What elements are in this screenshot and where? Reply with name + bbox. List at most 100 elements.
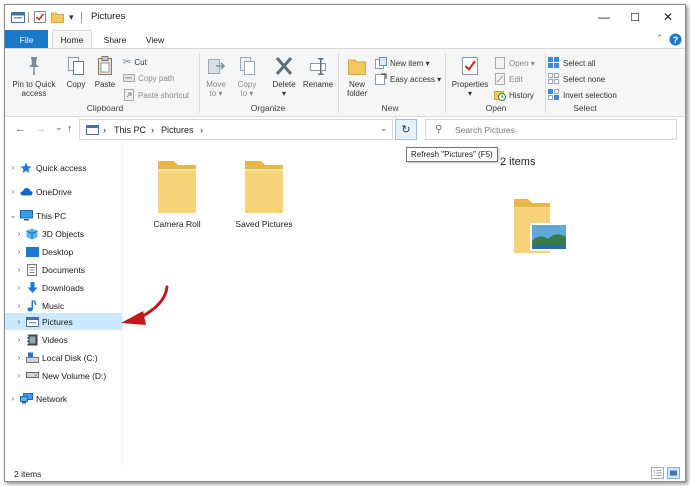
desktop-icon [25,246,39,258]
back-button[interactable]: ← [15,123,26,135]
open-icon [495,57,505,69]
paste-label: Paste [94,80,116,89]
star-icon [19,162,33,174]
nav-item-3d-objects[interactable]: › 3D Objects [5,225,122,242]
nav-item-videos[interactable]: › Videos [5,331,122,348]
properties-button[interactable]: Properties ▾ [448,55,492,98]
pin-to-quick-access-button[interactable]: Pin to Quick access [8,55,60,98]
chevron-right-icon[interactable]: › [7,394,19,403]
open-button[interactable]: Open ▾ [494,57,535,69]
nav-item-new-volume[interactable]: › New Volume (D:) [5,367,122,384]
paste-shortcut-button[interactable]: Paste shortcut [123,89,189,101]
pin-icon [29,57,39,75]
pictures-folder-large-icon [514,199,568,253]
chevron-right-icon[interactable]: › [13,229,25,238]
chevron-right-icon[interactable]: › [13,283,25,292]
chevron-right-icon[interactable]: › [13,317,25,326]
tab-file[interactable]: File [5,30,48,49]
breadcrumb-this-pc[interactable]: This PC [114,125,146,135]
nav-label: Network [36,393,68,404]
paste-shortcut-icon [124,89,134,101]
open-group-label: Open [485,103,507,113]
address-bar[interactable]: › This PC › Pictures › ⌄ [79,119,393,140]
nav-item-documents[interactable]: › Documents [5,261,122,278]
cut-button[interactable]: ✂ Cut [123,57,147,68]
select-none-icon [548,73,559,84]
open-label: Open ▾ [509,58,535,68]
nav-item-quick-access[interactable]: › Quick access [5,159,122,176]
refresh-button[interactable]: ↻ [395,119,417,140]
select-none-label: Select none [563,74,606,84]
chevron-right-icon[interactable]: › [13,301,25,310]
collapse-ribbon-icon[interactable]: ⌃ [656,33,664,44]
videos-icon [25,334,39,346]
forward-button[interactable]: → [35,123,46,135]
paste-button[interactable]: Paste [92,55,118,89]
chevron-right-icon[interactable]: › [13,371,25,380]
nav-item-network[interactable]: › Network [5,390,122,407]
nav-item-desktop[interactable]: › Desktop [5,243,122,260]
tab-home[interactable]: Home [52,30,92,49]
chevron-right-icon[interactable]: › [13,265,25,274]
folder-item-camera-roll[interactable]: Camera Roll [132,157,222,229]
invert-selection-button[interactable]: Invert selection [548,89,617,101]
nav-item-this-pc[interactable]: ⌄ This PC [5,207,122,224]
help-icon[interactable]: ? [669,33,682,48]
up-button[interactable]: ↑ [67,123,73,135]
rename-icon [310,58,326,75]
search-icon: ⚲ [435,124,443,135]
nav-item-downloads[interactable]: › Downloads [5,279,122,296]
breadcrumb-separator[interactable]: › [151,125,154,135]
pin-label-line2: access [21,89,47,98]
nav-label: OneDrive [36,186,72,197]
history-label: History [509,90,534,100]
cut-label: Cut [134,58,147,67]
customize-toolbar-dropdown[interactable]: ▾ [69,10,74,24]
breadcrumb-pictures[interactable]: Pictures [161,125,194,135]
chevron-right-icon[interactable]: › [13,353,25,362]
delete-button[interactable]: Delete ▾ [269,55,299,98]
rename-button[interactable]: Rename [301,55,335,89]
new-item-button[interactable]: New item ▾ [375,57,430,69]
nav-label: Downloads [42,282,85,293]
group-divider [545,53,546,113]
move-to-button[interactable]: Move to ▾ [203,55,229,98]
nav-item-pictures[interactable]: › Pictures [5,313,122,330]
chevron-right-icon[interactable]: › [13,335,25,344]
history-button[interactable]: History [494,89,534,101]
nav-item-local-disk[interactable]: › Local Disk (C:) [5,349,122,366]
music-icon [25,299,39,312]
nav-item-music[interactable]: › Music [5,297,122,314]
new-folder-quick-icon[interactable] [51,10,64,24]
select-none-button[interactable]: Select none [548,73,605,85]
search-box[interactable]: ⚲ Search Pictures [425,119,677,140]
breadcrumb-separator[interactable]: › [103,125,106,135]
chevron-right-icon[interactable]: › [7,163,19,172]
chevron-right-icon[interactable]: › [13,247,25,256]
edit-button[interactable]: Edit [494,73,523,85]
breadcrumb-separator[interactable]: › [200,125,203,135]
copy-button[interactable]: Copy [63,55,89,89]
tab-share[interactable]: Share [96,30,134,49]
details-view-icon[interactable] [651,467,664,479]
maximize-button[interactable]: ☐ [618,5,652,29]
recent-locations-button[interactable]: ⌄ [55,122,63,133]
copy-path-button[interactable]: Copy path [123,73,174,83]
minimize-button[interactable]: — [587,5,621,29]
window-menu-icon[interactable] [11,10,25,24]
folder-item-saved-pictures[interactable]: Saved Pictures [219,157,309,229]
large-icons-view-icon[interactable] [667,467,680,479]
properties-quick-icon[interactable] [34,10,46,24]
new-folder-button[interactable]: New folder [341,55,373,98]
chevron-down-icon[interactable]: ⌄ [7,211,19,220]
chevron-right-icon[interactable]: › [7,187,19,196]
copy-to-button[interactable]: Copy to ▾ [234,55,260,98]
close-button[interactable]: ✕ [651,5,685,29]
select-all-button[interactable]: Select all [548,57,595,69]
nav-item-onedrive[interactable]: › OneDrive [5,183,122,200]
title-separator [28,11,29,23]
new-folder-label-2: folder [346,89,367,98]
easy-access-button[interactable]: Easy access ▾ [375,73,441,85]
tab-view[interactable]: View [138,30,172,49]
address-dropdown-button[interactable]: ⌄ [380,123,388,134]
